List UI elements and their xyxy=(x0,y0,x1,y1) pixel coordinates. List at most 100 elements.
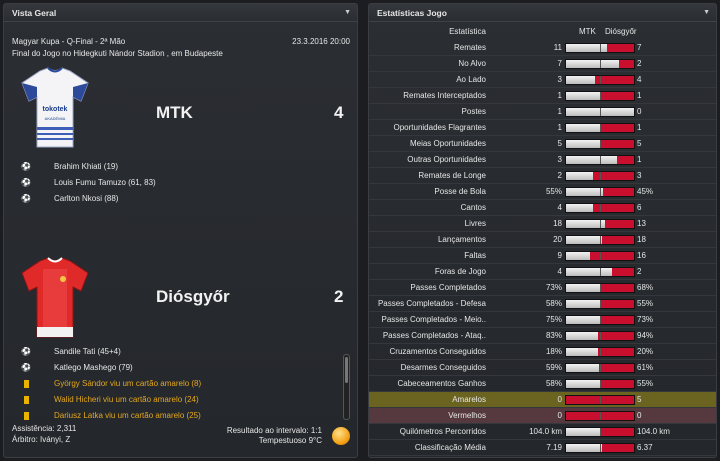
stat-away-value: 6 xyxy=(637,203,642,212)
competition-label: Magyar Kupa - Q-Final - 2ª Mão xyxy=(12,37,126,46)
dropdown-arrow-icon[interactable]: ▼ xyxy=(344,4,351,22)
stat-label: Vermelhos xyxy=(448,411,486,420)
stat-bar-midline xyxy=(600,444,601,452)
stat-row[interactable]: Passes Completados - Meio.. 75% 73% xyxy=(369,312,716,328)
event-row: ⚽ Brahim Khiati (19) xyxy=(20,159,220,175)
stat-row[interactable]: Remates de Longe 2 3 xyxy=(369,168,716,184)
stat-bar-home-fill xyxy=(566,156,617,164)
stat-away-value: 7 xyxy=(637,43,642,52)
yellow-card-icon xyxy=(20,376,32,392)
stat-bar-home-fill xyxy=(566,60,620,68)
stat-row[interactable]: Cabeceamentos Ganhos 58% 55% xyxy=(369,376,716,392)
stat-bar-midline xyxy=(600,156,601,164)
event-row: ⚽ Sandile Tati (45+4) xyxy=(20,344,220,360)
stat-row[interactable]: No Alvo 7 2 xyxy=(369,56,716,72)
stat-comparison-bar xyxy=(565,139,635,149)
stat-bar-home-fill xyxy=(566,124,600,132)
stat-label: Passes Completados - Defesa xyxy=(377,299,486,308)
match-datetime: 23.3.2016 20:00 xyxy=(292,37,350,46)
stat-home-value: 7 xyxy=(557,59,562,68)
yellow-card-icon xyxy=(20,392,32,408)
stat-row[interactable]: Cruzamentos Conseguidos 18% 20% xyxy=(369,344,716,360)
stat-bar-midline xyxy=(600,220,601,228)
stat-bar-home-fill xyxy=(566,236,603,244)
stat-row[interactable]: Lançamentos 20 18 xyxy=(369,232,716,248)
col-stat-header[interactable]: Estatística xyxy=(449,24,486,39)
event-row: ⚽ Louis Fumu Tamuzo (61, 83) xyxy=(20,175,220,191)
stat-row[interactable]: Outras Oportunidades 3 1 xyxy=(369,152,716,168)
stat-row[interactable]: Remates Interceptados 1 1 xyxy=(369,88,716,104)
stat-row[interactable]: Meias Oportunidades 5 5 xyxy=(369,136,716,152)
stat-row[interactable]: Passes Completados - Defesa 58% 55% xyxy=(369,296,716,312)
stat-row[interactable]: Oportunidades Flagrantes 1 1 xyxy=(369,120,716,136)
stat-away-value: 18 xyxy=(637,235,646,244)
stat-bar-midline xyxy=(600,380,601,388)
stat-comparison-bar xyxy=(565,155,635,165)
stat-row[interactable]: Classificação Média 7.19 6.37 xyxy=(369,440,716,456)
stat-away-value: 55% xyxy=(637,299,654,308)
stat-row[interactable]: Vermelhos 0 0 xyxy=(369,408,716,424)
col-home-header[interactable]: MTK xyxy=(579,24,596,39)
stat-row[interactable]: Passes Completados 73% 68% xyxy=(369,280,716,296)
stat-home-value: 83% xyxy=(545,331,562,340)
event-row: Dariusz Latka viu um cartão amarelo (25) xyxy=(20,408,220,424)
dropdown-arrow-icon[interactable]: ▼ xyxy=(703,4,710,22)
stat-row[interactable]: Remates 11 7 xyxy=(369,40,716,56)
yellow-card-icon xyxy=(20,408,32,424)
stat-bar-midline xyxy=(600,188,601,196)
stat-home-value: 5 xyxy=(557,139,562,148)
goal-icon: ⚽ xyxy=(21,363,31,372)
stat-bar-midline xyxy=(600,332,601,340)
overview-panel-header[interactable]: Vista Geral ▼ xyxy=(4,4,357,22)
stat-row[interactable]: Posse de Bola 55% 45% xyxy=(369,184,716,200)
stat-label: Passes Completados xyxy=(410,283,486,292)
stat-home-value: 11 xyxy=(553,43,562,52)
stat-comparison-bar xyxy=(565,235,635,245)
stat-label: Passes Completados - Meio.. xyxy=(381,315,487,324)
stat-bar-midline xyxy=(600,316,601,324)
stat-bar-home-fill xyxy=(566,92,600,100)
stat-row[interactable]: Quilómetros Percorridos 104.0 km 104.0 km xyxy=(369,424,716,440)
venue-label: Final do Jogo no Hidegkuti Nándor Stadio… xyxy=(12,49,223,58)
stat-row[interactable]: Faltas 9 16 xyxy=(369,248,716,264)
stat-row[interactable]: Desarmes Conseguidos 59% 61% xyxy=(369,360,716,376)
stats-panel-title: Estatísticas Jogo xyxy=(377,8,447,18)
stat-row[interactable]: Postes 1 0 xyxy=(369,104,716,120)
stat-away-value: 94% xyxy=(637,331,654,340)
away-team-name[interactable]: Diósgyőr xyxy=(156,287,230,307)
stat-row[interactable]: Livres 18 13 xyxy=(369,216,716,232)
stat-comparison-bar xyxy=(565,91,635,101)
stat-bar-midline xyxy=(600,364,601,372)
stat-row[interactable]: Amarelos 0 5 xyxy=(369,392,716,408)
scrollbar-thumb[interactable] xyxy=(345,357,348,383)
col-away-header[interactable]: Diósgyőr xyxy=(605,24,637,39)
stat-away-value: 13 xyxy=(637,219,646,228)
stat-away-value: 3 xyxy=(637,171,642,180)
stat-bar-midline xyxy=(600,172,601,180)
stat-home-value: 73% xyxy=(545,283,562,292)
events-scrollbar[interactable] xyxy=(343,354,350,420)
stat-bar-home-fill xyxy=(566,300,601,308)
stat-bar-home-fill xyxy=(566,348,598,356)
stat-row[interactable]: Ao Lado 3 4 xyxy=(369,72,716,88)
stat-bar-home-fill xyxy=(566,380,601,388)
stat-row[interactable]: Passes Completados - Ataq.. 83% 94% xyxy=(369,328,716,344)
stat-bar-midline xyxy=(600,124,601,132)
stat-bar-home-fill xyxy=(566,268,612,276)
stat-label: Foras de Jogo xyxy=(434,267,486,276)
stats-panel-header[interactable]: Estatísticas Jogo ▼ xyxy=(369,4,716,22)
stat-row[interactable]: Cantos 4 6 xyxy=(369,200,716,216)
home-team-name[interactable]: MTK xyxy=(156,103,193,123)
stat-bar-midline xyxy=(600,412,601,420)
stat-home-value: 4 xyxy=(557,267,562,276)
stat-label: Faltas xyxy=(464,251,486,260)
event-row: ⚽ Katlego Mashego (79) xyxy=(20,360,220,376)
stat-comparison-bar xyxy=(565,331,635,341)
stat-row[interactable]: Foras de Jogo 4 2 xyxy=(369,264,716,280)
stat-label: Livres xyxy=(464,219,486,228)
kit-sponsor-subtext: AKADÉMIA xyxy=(45,116,66,121)
event-text: Walid Hicheri viu um cartão amarelo (24) xyxy=(54,395,199,404)
overview-panel-title: Vista Geral xyxy=(12,8,57,18)
away-team-score: 2 xyxy=(334,287,344,306)
stat-bar-home-fill xyxy=(566,364,600,372)
